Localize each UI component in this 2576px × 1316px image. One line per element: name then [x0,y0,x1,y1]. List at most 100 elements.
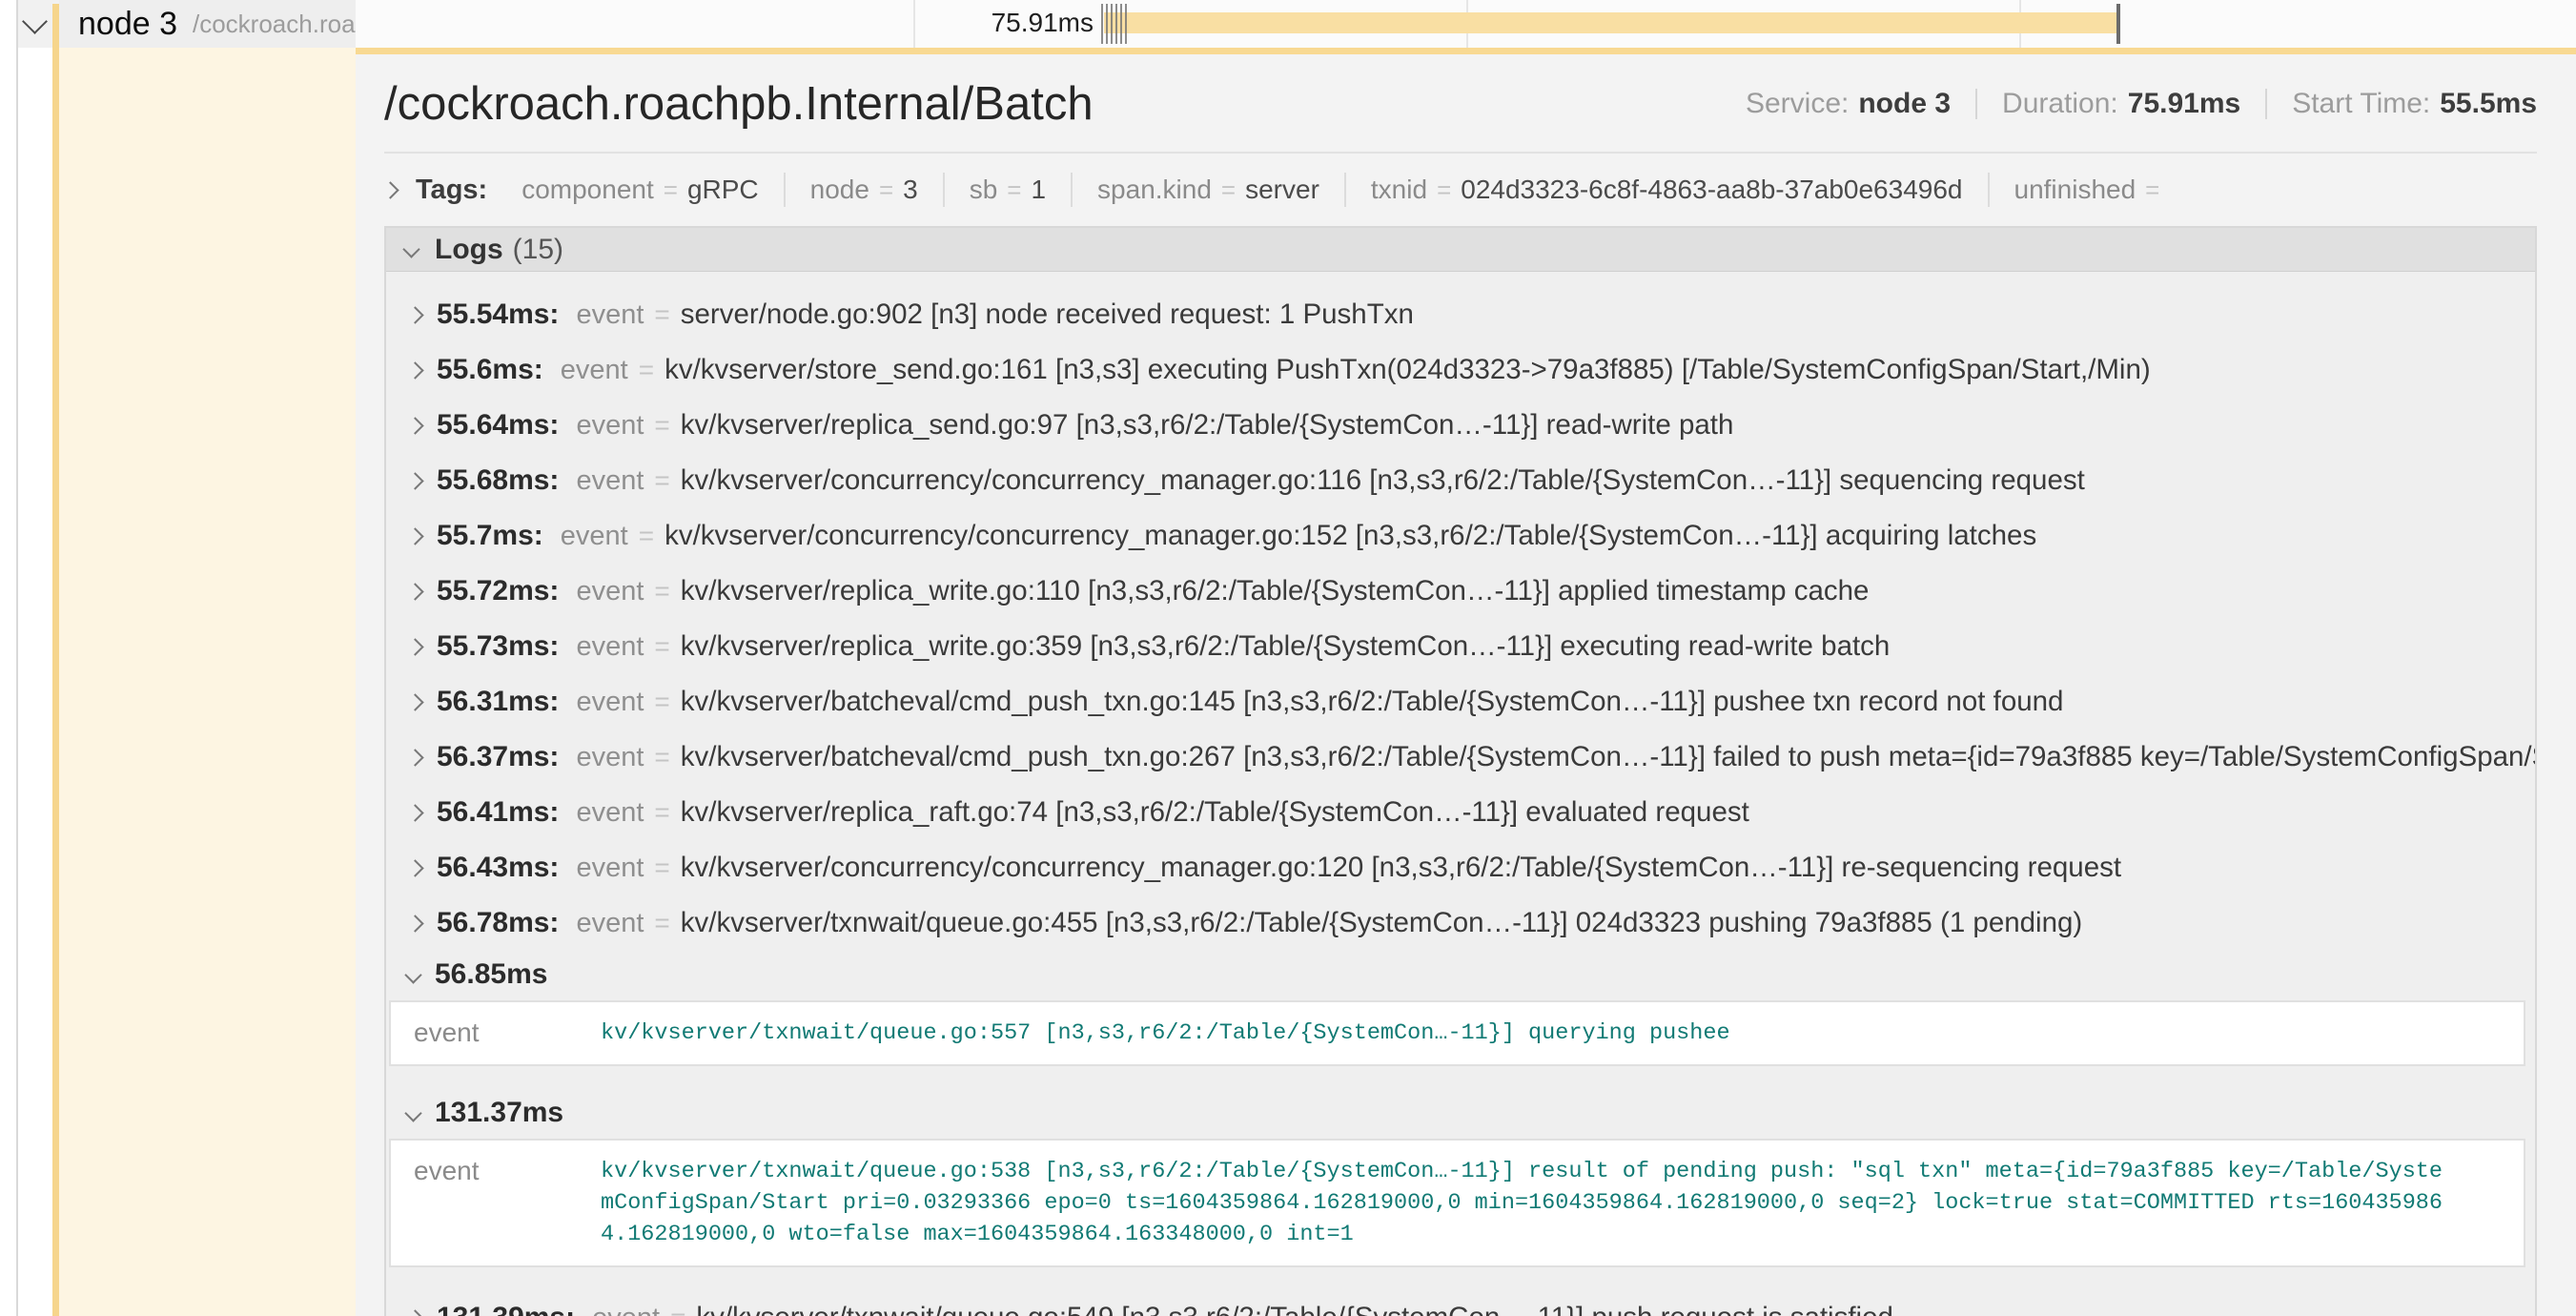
log-field-value: kv/kvserver/txnwait/queue.go:557 [n3,s3,… [601,1018,2524,1049]
tag-item: component = gRPC [497,173,783,207]
start-time-value: 55.5ms [2440,88,2537,120]
equals-sign: = [2145,175,2159,205]
tag-value: server [1245,175,1319,205]
log-field-value: kv/kvserver/replica_write.go:110 [n3,s3,… [681,575,2535,607]
chevron-right-icon [406,527,423,545]
log-entry-row[interactable]: 55.72ms: event = kv/kvserver/replica_wri… [386,564,2535,619]
logs-list: 55.54ms: event = server/node.go:902 [n3]… [386,272,2535,1316]
tag-key: span.kind [1097,175,1212,205]
log-field-key: event [576,908,644,939]
span-operation-name: /cockroach.roach… [193,10,356,39]
selected-span-highlight [59,48,356,1316]
tag-item: sb = 1 [943,173,1071,207]
log-entry-expanded-header[interactable]: 56.85ms [386,951,2535,998]
service-value: node 3 [1858,88,1951,120]
log-entry-row[interactable]: 55.54ms: event = server/node.go:902 [n3]… [386,287,2535,342]
log-timestamp: 55.7ms: [437,520,543,552]
chevron-right-icon [406,472,423,489]
chevron-down-icon [402,240,419,257]
detail-header: /cockroach.roachpb.Internal/Batch Servic… [384,54,2537,154]
log-field-value: kv/kvserver/concurrency/concurrency_mana… [681,464,2535,497]
log-field-key: event [576,465,644,497]
tag-key: node [810,175,869,205]
log-entry-expanded: 56.85ms event kv/kvserver/txnwait/queue.… [386,951,2535,1066]
equals-sign: = [654,742,669,772]
log-tick-marker-end [2116,4,2120,44]
logs-title: Logs [435,234,503,266]
equals-sign: = [654,576,669,607]
duration-value: 75.91ms [2128,88,2240,120]
log-entry-row[interactable]: 55.68ms: event = kv/kvserver/concurrency… [386,453,2535,508]
chevron-down-icon [404,1104,421,1121]
log-entry-row[interactable]: 56.41ms: event = kv/kvserver/replica_raf… [386,785,2535,840]
log-entry-row[interactable]: 56.31ms: event = kv/kvserver/batcheval/c… [386,674,2535,730]
equals-sign: = [654,465,669,496]
log-timestamp: 56.31ms: [437,686,559,718]
tag-item: span.kind = server [1071,173,1344,207]
chevron-right-icon [406,749,423,766]
equals-sign: = [670,1303,685,1316]
log-field-value: kv/kvserver/txnwait/queue.go:455 [n3,s3,… [681,907,2535,939]
log-entry-row[interactable]: 55.64ms: event = kv/kvserver/replica_sen… [386,398,2535,453]
log-field-key: event [592,1303,660,1316]
log-entry-row[interactable]: 55.7ms: event = kv/kvserver/concurrency/… [386,508,2535,564]
logs-header[interactable]: Logs (15) [386,228,2535,272]
log-timestamp: 55.6ms: [437,354,543,386]
equals-sign: = [654,299,669,330]
equals-sign: = [654,853,669,883]
log-entry-row[interactable]: 56.43ms: event = kv/kvserver/concurrency… [386,840,2535,895]
equals-sign: = [1221,175,1236,205]
span-meta: Service: node 3 Duration: 75.91ms Start … [1746,88,2537,120]
span-title: /cockroach.roachpb.Internal/Batch [384,77,1094,131]
log-field-value: kv/kvserver/batcheval/cmd_push_txn.go:26… [681,741,2535,773]
log-entry-row[interactable]: 56.78ms: event = kv/kvserver/txnwait/que… [386,895,2535,951]
tags-label: Tags: [416,175,487,206]
tag-value: 024d3323-6c8f-4863-aa8b-37ab0e63496d [1461,175,1962,205]
log-field-key: event [576,687,644,718]
log-field-key: event [576,576,644,607]
log-field-key: event [391,1018,601,1049]
chevron-right-icon [406,693,423,710]
tags-row[interactable]: Tags: component = gRPC node = 3 sb = 1 s… [384,154,2537,224]
log-field-key: event [576,631,644,663]
log-timestamp: 55.72ms: [437,575,559,607]
tag-key: component [521,175,654,205]
chevron-right-icon [406,859,423,876]
log-field-value: kv/kvserver/store_send.go:161 [n3,s3] ex… [664,354,2535,386]
log-timestamp: 55.73ms: [437,630,559,663]
log-field-key: event [561,521,628,552]
log-entry-row[interactable]: 55.73ms: event = kv/kvserver/replica_wri… [386,619,2535,674]
equals-sign: = [639,521,654,551]
log-timestamp: 56.43ms: [437,852,559,884]
chevron-right-icon [406,306,423,323]
meta-separator [2265,89,2267,119]
log-entry-row[interactable]: 55.6ms: event = kv/kvserver/store_send.g… [386,342,2535,398]
meta-separator [1975,89,1977,119]
left-gutter [0,0,16,1316]
tag-value: gRPC [687,175,759,205]
span-duration-bar[interactable] [1104,12,2117,33]
equals-sign: = [654,631,669,662]
span-timeline-row[interactable]: 75.91ms [0,0,2576,48]
tag-key: sb [970,175,998,205]
log-entry-row[interactable]: 56.37ms: event = kv/kvserver/batcheval/c… [386,730,2535,785]
log-field-key: event [561,355,628,386]
log-field-value: server/node.go:902 [n3] node received re… [681,298,2535,331]
span-name-tab[interactable]: node 3 /cockroach.roach… [59,0,356,48]
log-fields-table: event kv/kvserver/txnwait/queue.go:538 [… [389,1139,2525,1267]
log-tick-markers [1101,4,1127,44]
log-field-key: event [576,299,644,331]
log-entry-expanded-header[interactable]: 131.37ms [386,1089,2535,1137]
log-timestamp: 56.37ms: [437,741,559,773]
log-field-value: kv/kvserver/concurrency/concurrency_mana… [681,852,2535,884]
log-field-value: kv/kvserver/txnwait/queue.go:549 [n3,s3,… [696,1302,2535,1316]
equals-sign: = [1437,175,1451,205]
log-timestamp: 56.41ms: [437,796,559,829]
equals-sign: = [654,797,669,828]
log-entry-row[interactable]: 131.39ms: event = kv/kvserver/txnwait/qu… [386,1290,2535,1316]
service-label: Service: [1746,88,1849,120]
span-service-name: node 3 [78,6,177,43]
tag-item: node = 3 [784,173,943,207]
tag-item: txnid = 024d3323-6c8f-4863-aa8b-37ab0e63… [1344,173,1988,207]
equals-sign: = [654,410,669,441]
